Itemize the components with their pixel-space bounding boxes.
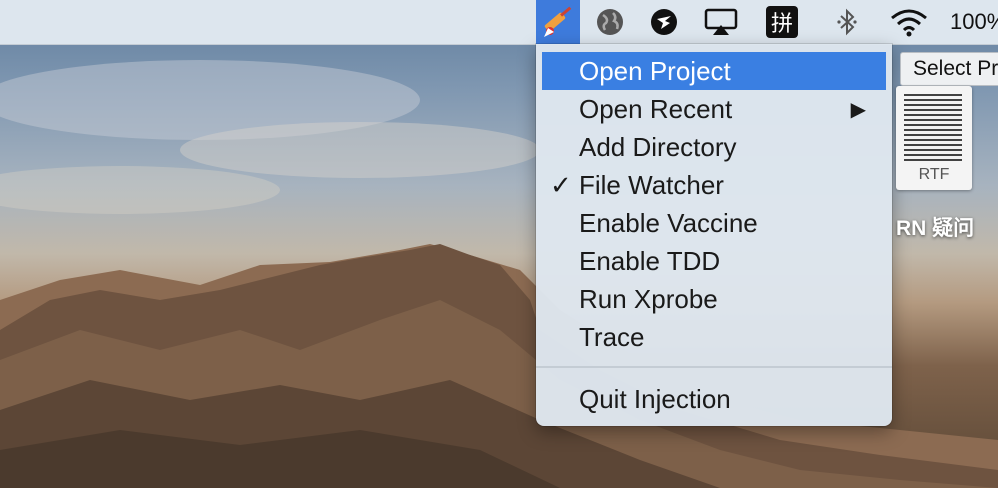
- menu-item-open-recent[interactable]: Open Recent ▶: [542, 90, 886, 128]
- globe-icon[interactable]: [590, 0, 630, 44]
- menu-item-label: Quit Injection: [579, 383, 731, 414]
- battery-percent: 100%: [950, 9, 998, 34]
- menu-item-label: Enable Vaccine: [579, 207, 758, 238]
- menu-bar: 拼 100%: [0, 0, 998, 45]
- menu-separator: [536, 366, 892, 368]
- injection-dropdown-menu: Open Project Open Recent ▶ Add Directory…: [536, 44, 892, 426]
- menu-item-label: Open Recent: [579, 93, 733, 124]
- menu-item-quit-injection[interactable]: Quit Injection: [542, 380, 886, 418]
- file-extension-label: RTF: [918, 166, 950, 183]
- pinyin-label: 拼: [766, 6, 798, 38]
- menu-item-enable-vaccine[interactable]: Enable Vaccine: [542, 204, 886, 242]
- checkmark-icon: ✓: [550, 169, 572, 200]
- menu-item-label: Add Directory: [579, 131, 737, 162]
- desktop-file-name[interactable]: RN 疑问: [896, 212, 974, 242]
- pinyin-input-icon[interactable]: 拼: [764, 0, 800, 44]
- menu-item-trace[interactable]: Trace: [542, 318, 886, 356]
- tooltip-text: Select Project: [913, 57, 998, 80]
- menu-item-file-watcher[interactable]: ✓ File Watcher: [542, 166, 886, 204]
- tooltip: Select Project: [900, 52, 998, 86]
- bluetooth-icon[interactable]: [832, 0, 862, 44]
- syringe-icon: [544, 6, 572, 37]
- document-text-preview: [904, 94, 962, 164]
- submenu-arrow-icon: ▶: [850, 98, 866, 121]
- menu-item-label: File Watcher: [579, 169, 724, 200]
- menu-item-open-project[interactable]: Open Project: [542, 52, 886, 90]
- menu-item-label: Run Xprobe: [579, 283, 718, 314]
- shield-bird-icon[interactable]: [644, 0, 684, 44]
- battery-status[interactable]: 100%: [950, 0, 998, 44]
- desktop-file-icon[interactable]: RTF: [896, 86, 998, 192]
- menu-item-add-directory[interactable]: Add Directory: [542, 128, 886, 166]
- menu-item-label: Enable TDD: [579, 245, 721, 276]
- menu-item-label: Open Project: [579, 55, 731, 86]
- wifi-icon[interactable]: [884, 0, 934, 44]
- airplay-icon[interactable]: [700, 0, 742, 44]
- menu-item-run-xprobe[interactable]: Run Xprobe: [542, 280, 886, 318]
- menu-item-label: Trace: [579, 321, 645, 352]
- rtf-document-icon: RTF: [896, 86, 972, 190]
- injection-app-menu-icon[interactable]: [536, 0, 580, 44]
- menu-item-enable-tdd[interactable]: Enable TDD: [542, 242, 886, 280]
